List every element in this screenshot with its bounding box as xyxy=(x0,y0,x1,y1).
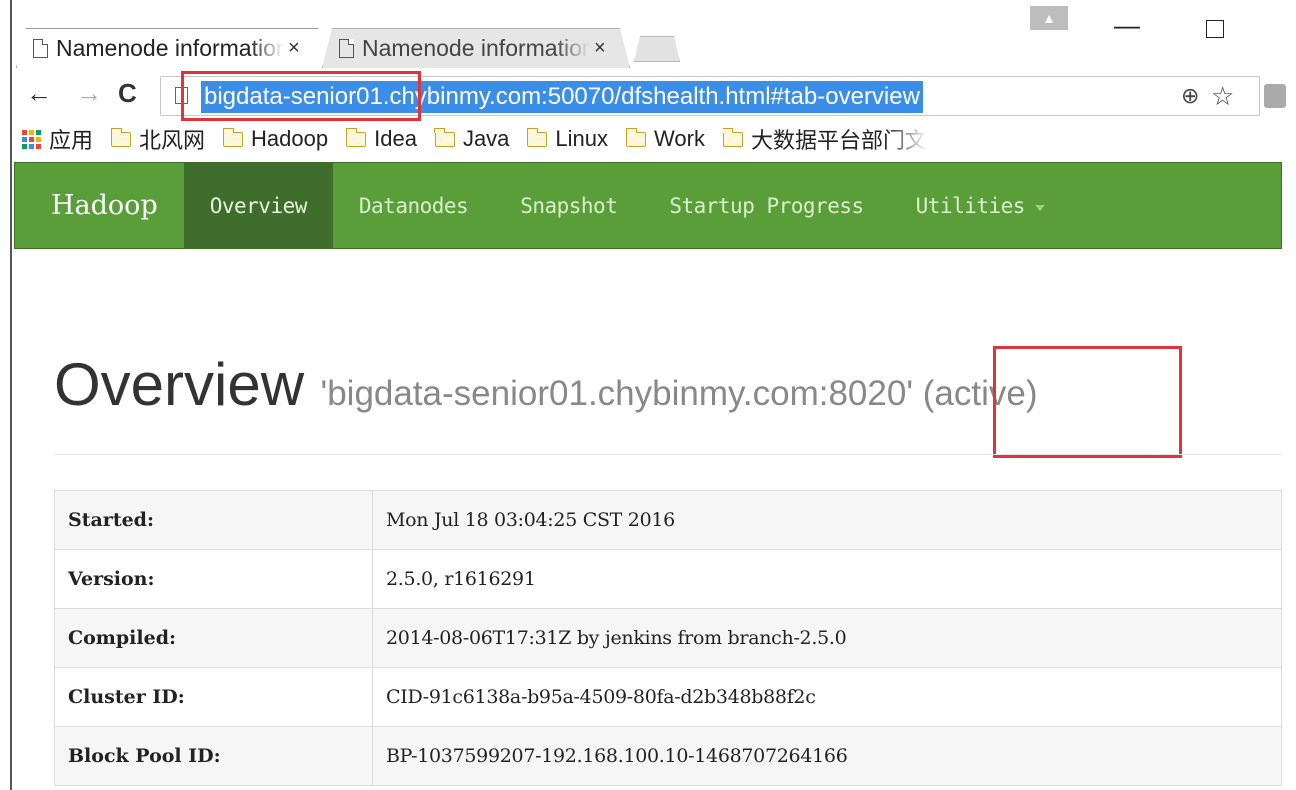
tab-close-icon[interactable]: × xyxy=(288,37,300,60)
new-tab-button[interactable] xyxy=(634,36,680,62)
folder-icon xyxy=(222,127,244,147)
nav-snapshot[interactable]: Snapshot xyxy=(494,163,643,248)
bookmark-label: Java xyxy=(462,126,510,151)
divider xyxy=(54,454,1282,455)
extension-icon[interactable] xyxy=(1264,84,1286,108)
nav-overview[interactable]: Overview xyxy=(183,163,333,248)
info-value: BP-1037599207-192.168.100.10-14687072641… xyxy=(372,726,1282,786)
nav-startup-progress[interactable]: Startup Progress xyxy=(643,163,889,248)
highlight-box-active xyxy=(993,346,1182,458)
info-key: Block Pool ID: xyxy=(54,726,373,786)
bookmark-label: 应用 xyxy=(49,128,94,153)
minimize-button[interactable]: — xyxy=(1114,10,1140,41)
folder-icon xyxy=(625,127,647,147)
apps-icon xyxy=(22,129,41,149)
bookmark-label: Hadoop xyxy=(251,126,329,151)
overview-heading: Overview 'bigdata-senior01.chybinmy.com:… xyxy=(54,350,1037,419)
folder-icon xyxy=(722,127,743,147)
bookmark-label: Linux xyxy=(555,126,609,151)
bookmark-folder-beifeng[interactable]: 北风网 xyxy=(110,123,206,155)
reload-icon[interactable]: C xyxy=(118,78,137,109)
nav-utilities-label: Utilities xyxy=(915,193,1026,218)
info-value: 2014-08-06T17:31Z by jenkins from branch… xyxy=(372,608,1282,668)
bookmark-label: Idea xyxy=(374,126,417,151)
folder-icon xyxy=(434,127,455,147)
bookmark-folder-bigdata-dept[interactable]: 大数据平台部门文 xyxy=(722,123,927,155)
bookmarks-bar: 应用 北风网 Hadoop Idea Java Linux Work 大数据平台… xyxy=(22,120,1296,158)
info-key: Cluster ID: xyxy=(54,667,373,727)
info-value: 2.5.0, r1616291 xyxy=(372,549,1282,609)
tab-namenode-inactive[interactable]: Namenode information × xyxy=(322,28,630,68)
back-arrow-icon[interactable]: ← xyxy=(26,78,52,109)
namenode-host-status: 'bigdata-senior01.chybinmy.com:8020' (ac… xyxy=(320,374,1038,413)
browser-chrome: Namenode information × Namenode informat… xyxy=(0,0,1296,160)
info-key: Version: xyxy=(54,549,373,609)
user-profile-icon[interactable]: ▲ xyxy=(1030,6,1068,30)
tab-strip: Namenode information × Namenode informat… xyxy=(0,0,1296,70)
document-icon xyxy=(33,39,48,58)
tab-namenode-active[interactable]: Namenode information × xyxy=(16,28,328,68)
tab-close-icon[interactable]: × xyxy=(594,37,606,60)
table-row: Cluster ID: CID-91c6138a-b95a-4509-80fa-… xyxy=(54,667,1282,727)
bookmark-folder-hadoop[interactable]: Hadoop xyxy=(222,126,329,152)
table-row: Compiled: 2014-08-06T17:31Z by jenkins f… xyxy=(54,608,1282,668)
bookmark-folder-work[interactable]: Work xyxy=(625,126,705,152)
caret-down-icon xyxy=(1034,204,1045,211)
highlight-box-hostname xyxy=(181,71,421,121)
info-value: CID-91c6138a-b95a-4509-80fa-d2b348b88f2c xyxy=(372,667,1282,727)
nav-utilities[interactable]: Utilities xyxy=(890,163,1071,248)
navbar-brand[interactable]: Hadoop xyxy=(15,163,184,248)
folder-icon xyxy=(110,127,132,147)
bookmark-label: 大数据平台部门文 xyxy=(750,128,927,153)
folder-icon xyxy=(345,127,367,147)
tab-title: Namenode information xyxy=(362,35,590,61)
table-row: Version: 2.5.0, r1616291 xyxy=(54,549,1282,609)
window-left-edge xyxy=(10,0,12,790)
maximize-button[interactable] xyxy=(1206,20,1224,38)
page-title: Overview xyxy=(54,351,305,418)
hadoop-navbar: Hadoop Overview Datanodes Snapshot Start… xyxy=(14,162,1282,249)
nav-datanodes[interactable]: Datanodes xyxy=(333,163,494,248)
forward-arrow-icon[interactable]: → xyxy=(76,78,102,109)
info-key: Started: xyxy=(54,490,373,550)
bookmark-star-icon[interactable]: ☆ xyxy=(1211,81,1234,112)
table-row: Block Pool ID: BP-1037599207-192.168.100… xyxy=(54,726,1282,786)
zoom-icon[interactable]: ⊕ xyxy=(1181,83,1199,109)
table-row: Started: Mon Jul 18 03:04:25 CST 2016 xyxy=(54,490,1282,550)
info-key: Compiled: xyxy=(54,608,373,668)
bookmark-folder-idea[interactable]: Idea xyxy=(345,126,417,152)
bookmark-folder-java[interactable]: Java xyxy=(434,126,510,152)
document-icon xyxy=(339,39,354,58)
bookmark-label: 北风网 xyxy=(139,128,206,153)
bookmark-folder-linux[interactable]: Linux xyxy=(526,126,609,152)
overview-info-table: Started: Mon Jul 18 03:04:25 CST 2016 Ve… xyxy=(54,490,1282,786)
bookmark-label: Work xyxy=(654,126,705,151)
folder-icon xyxy=(526,127,548,147)
bookmark-apps[interactable]: 应用 xyxy=(22,123,93,155)
info-value: Mon Jul 18 03:04:25 CST 2016 xyxy=(372,490,1282,550)
tab-title: Namenode information xyxy=(56,35,284,61)
